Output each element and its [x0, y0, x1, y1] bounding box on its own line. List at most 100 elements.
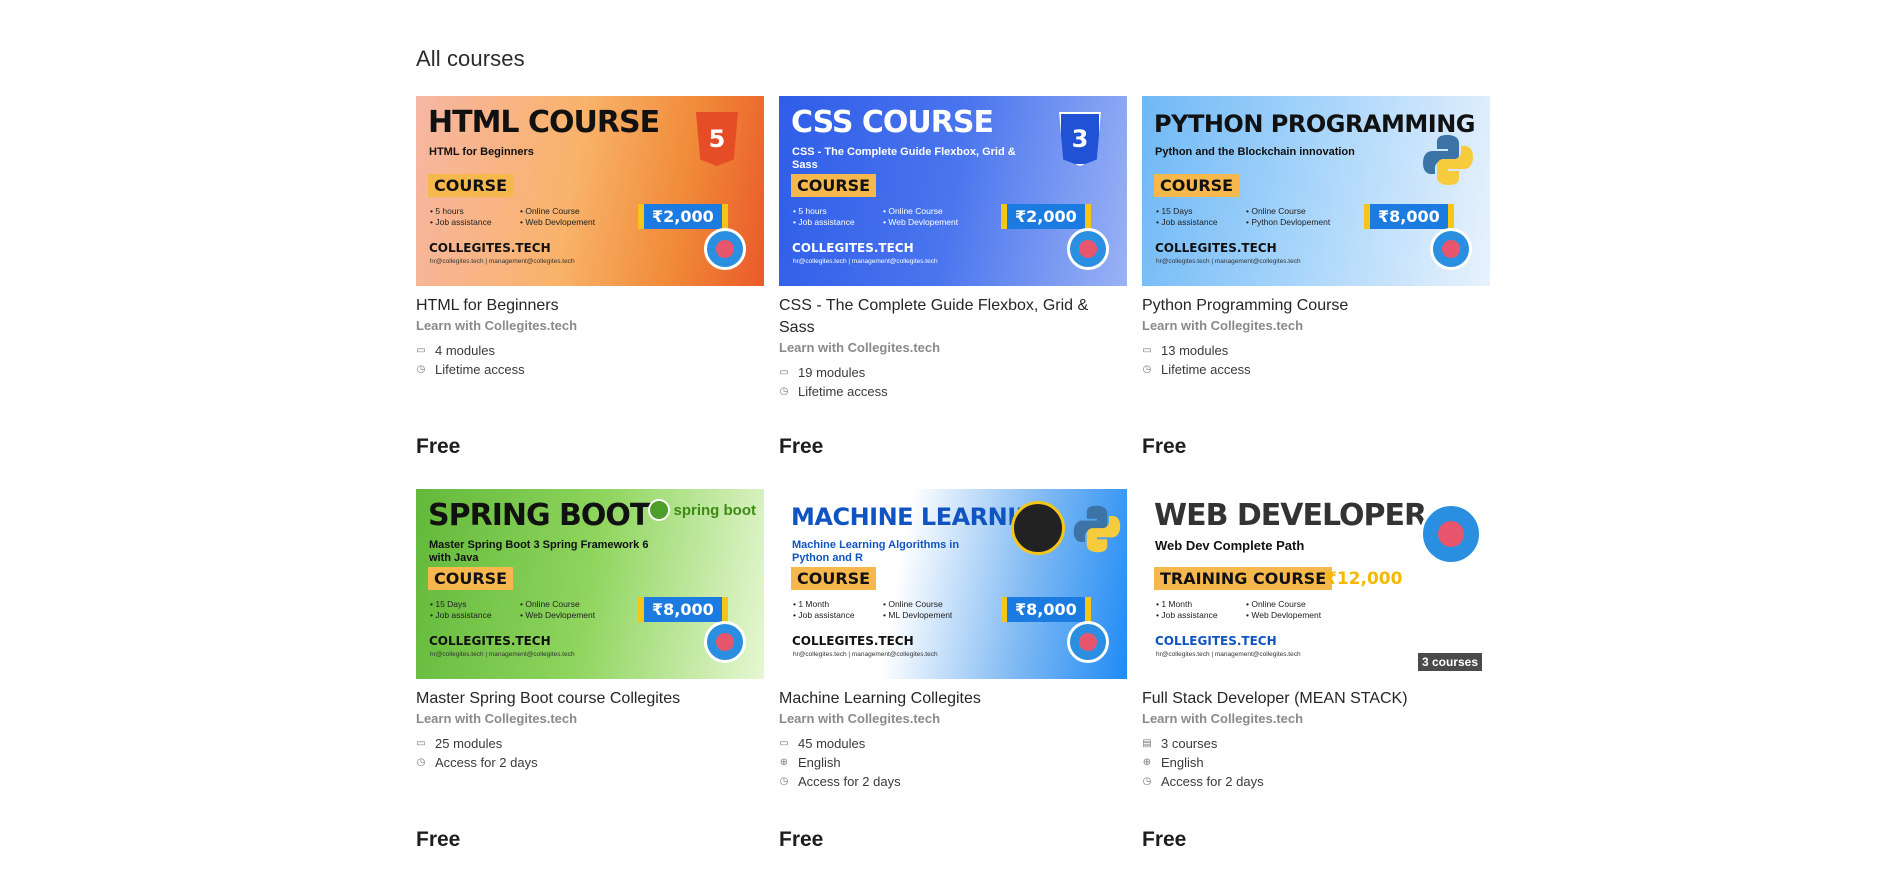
modules-count: 45 modules	[798, 736, 866, 751]
thumb-headline: SPRING BOOT	[428, 498, 650, 533]
clock-icon: ◷	[779, 385, 789, 397]
thumb-bullets: 15 DaysOnline Course Job assistancePytho…	[1156, 206, 1356, 227]
thumb-emails: hr@collegites.tech | management@collegit…	[793, 258, 938, 265]
thumb-bullets: 1 MonthOnline Course Job assistanceML De…	[793, 599, 993, 620]
courses-count: 3 courses	[1161, 736, 1218, 751]
course-price: Free	[1142, 828, 1187, 851]
course-card-css[interactable]: CSS COURSE CSS - The Complete Guide Flex…	[779, 96, 1127, 489]
modules-count: 13 modules	[1161, 343, 1229, 358]
course-thumbnail[interactable]: PYTHON PROGRAMMING Python and the Blockc…	[1142, 96, 1490, 286]
thumb-brand: COLLEGITES.TECH	[429, 634, 551, 648]
modules-count: 19 modules	[798, 365, 866, 380]
python-logo-icon	[1073, 505, 1121, 553]
section-title: All courses	[416, 46, 525, 71]
thumb-emails: hr@collegites.tech | management@collegit…	[1156, 258, 1301, 265]
access-duration: Access for 2 days	[798, 774, 901, 789]
collegites-logo-icon	[704, 621, 746, 663]
course-meta: ▭ 45 modules ⊕ English ◷ Access for 2 days	[779, 734, 1127, 791]
thumb-emails: hr@collegites.tech | management@collegit…	[793, 651, 938, 658]
course-grid: HTML COURSE HTML for Beginners 5 COURSE …	[416, 96, 1491, 882]
modules-count: 4 modules	[435, 343, 495, 358]
thumb-bullets: 1 MonthOnline Course Job assistanceWeb D…	[1156, 599, 1356, 620]
course-meta: ▭ 4 modules ◷ Lifetime access	[416, 341, 764, 379]
access-duration: Lifetime access	[798, 384, 888, 399]
thumb-subtitle: HTML for Beginners	[429, 146, 534, 158]
course-author: Learn with Collegites.tech	[416, 318, 578, 333]
thumb-emails: hr@collegites.tech | management@collegit…	[1156, 651, 1301, 658]
access-duration: Access for 2 days	[1161, 774, 1264, 789]
course-price: Free	[416, 828, 461, 851]
thumb-brand: COLLEGITES.TECH	[1155, 241, 1277, 255]
book-icon: ▭	[779, 737, 789, 749]
python-logo-icon	[1423, 135, 1473, 185]
course-thumbnail[interactable]: WEB DEVELOPER Web Dev Complete Path TRAI…	[1142, 489, 1490, 679]
thumb-headline: WEB DEVELOPER	[1154, 498, 1427, 533]
thumb-tag: COURSE	[791, 567, 877, 590]
course-price: Free	[779, 435, 824, 458]
course-author: Learn with Collegites.tech	[779, 340, 941, 355]
bundle-count-badge: 3 courses	[1417, 653, 1482, 671]
course-meta: ▭ 13 modules ◷ Lifetime access	[1142, 341, 1490, 379]
thumb-headline: HTML COURSE	[428, 105, 660, 140]
thumb-price: ₹2,000	[638, 204, 728, 229]
thumb-bullets: 15 DaysOnline Course Job assistanceWeb D…	[430, 599, 630, 620]
course-thumbnail[interactable]: SPRING BOOT Master Spring Boot 3 Spring …	[416, 489, 764, 679]
globe-icon: ⊕	[1142, 756, 1152, 768]
course-author: Learn with Collegites.tech	[416, 711, 578, 726]
course-card-html[interactable]: HTML COURSE HTML for Beginners 5 COURSE …	[416, 96, 764, 489]
access-duration: Lifetime access	[435, 362, 525, 377]
course-card-python[interactable]: PYTHON PROGRAMMING Python and the Blockc…	[1142, 96, 1490, 489]
course-price: Free	[1142, 435, 1187, 458]
thumb-subtitle: Web Dev Complete Path	[1155, 538, 1305, 553]
thumb-brand: COLLEGITES.TECH	[429, 241, 551, 255]
course-card-machine-learning[interactable]: MACHINE LEARNING Machine Learning Algori…	[779, 489, 1127, 882]
thumb-brand: COLLEGITES.TECH	[1155, 634, 1277, 648]
clock-icon: ◷	[1142, 363, 1152, 375]
clock-icon: ◷	[779, 775, 789, 787]
globe-icon: ⊕	[779, 756, 789, 768]
course-meta: ▭ 25 modules ◷ Access for 2 days	[416, 734, 764, 772]
thumb-price: ₹8,000	[638, 597, 728, 622]
html5-icon: 5	[696, 112, 738, 166]
collegites-logo-icon	[704, 228, 746, 270]
thumb-tag: COURSE	[428, 174, 514, 197]
thumb-tag: COURSE	[791, 174, 877, 197]
thumb-emails: hr@collegites.tech | management@collegit…	[430, 651, 575, 658]
course-title[interactable]: CSS - The Complete Guide Flexbox, Grid &…	[779, 295, 1127, 339]
thumb-bullets: 5 hoursOnline Course Job assistanceWeb D…	[793, 206, 993, 227]
course-title[interactable]: Master Spring Boot course Collegites	[416, 688, 764, 710]
thumb-tag: COURSE	[428, 567, 514, 590]
course-thumbnail[interactable]: MACHINE LEARNING Machine Learning Algori…	[779, 489, 1127, 679]
course-card-web-developer[interactable]: WEB DEVELOPER Web Dev Complete Path TRAI…	[1142, 489, 1490, 882]
thumb-brand: COLLEGITES.TECH	[792, 241, 914, 255]
clock-icon: ◷	[1142, 775, 1152, 787]
course-title[interactable]: Full Stack Developer (MEAN STACK)	[1142, 688, 1490, 710]
collegites-logo-icon	[1430, 228, 1472, 270]
course-thumbnail[interactable]: CSS COURSE CSS - The Complete Guide Flex…	[779, 96, 1127, 286]
course-title[interactable]: Python Programming Course	[1142, 295, 1490, 317]
course-card-spring-boot[interactable]: SPRING BOOT Master Spring Boot 3 Spring …	[416, 489, 764, 882]
book-icon: ▭	[779, 366, 789, 378]
course-title[interactable]: Machine Learning Collegites	[779, 688, 1127, 710]
thumb-price: ₹8,000	[1001, 597, 1091, 622]
course-author: Learn with Collegites.tech	[779, 711, 941, 726]
css3-icon: 3	[1059, 112, 1101, 166]
thumb-subtitle: CSS - The Complete Guide Flexbox, Grid &…	[792, 146, 1016, 171]
thumb-emails: hr@collegites.tech | management@collegit…	[430, 258, 575, 265]
course-title[interactable]: HTML for Beginners	[416, 295, 764, 317]
thumb-headline: CSS COURSE	[791, 105, 994, 140]
access-duration: Access for 2 days	[435, 755, 538, 770]
course-thumbnail[interactable]: HTML COURSE HTML for Beginners 5 COURSE …	[416, 96, 764, 286]
collegites-logo-icon	[1067, 621, 1109, 663]
course-author: Learn with Collegites.tech	[1142, 318, 1304, 333]
thumb-brand: COLLEGITES.TECH	[792, 634, 914, 648]
book-icon: ▭	[416, 737, 426, 749]
course-meta: ▤ 3 courses ⊕ English ◷ Access for 2 days	[1142, 734, 1490, 791]
clock-icon: ◷	[416, 756, 426, 768]
book-icon: ▭	[416, 344, 426, 356]
book-icon: ▭	[1142, 344, 1152, 356]
course-language: English	[1161, 755, 1204, 770]
clock-icon: ◷	[416, 363, 426, 375]
course-price: Free	[416, 435, 461, 458]
bundle-icon: ▤	[1142, 737, 1152, 749]
